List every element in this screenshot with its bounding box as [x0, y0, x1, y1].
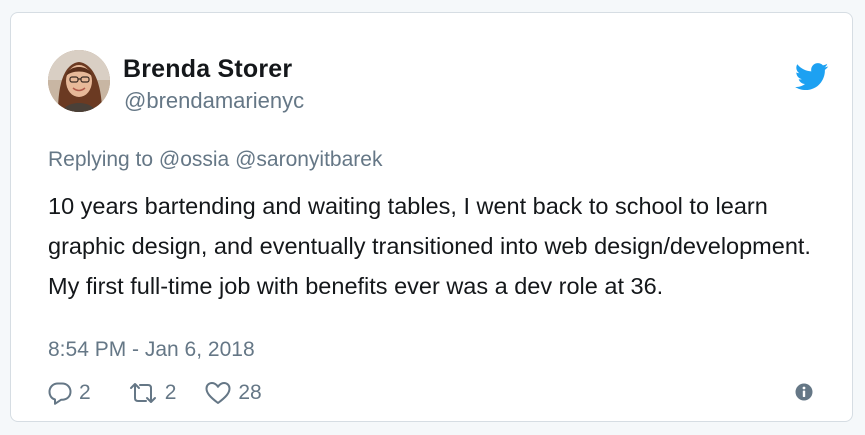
reply-count: 2 [79, 381, 91, 404]
avatar-photo [48, 50, 110, 112]
like-button[interactable]: 28 [204, 380, 262, 406]
reply-icon [48, 382, 72, 405]
retweet-button[interactable]: 2 [127, 380, 177, 406]
reply-button[interactable]: 2 [47, 380, 91, 406]
retweet-count: 2 [164, 381, 177, 404]
author-handle[interactable]: @brendamarienyc [124, 88, 304, 114]
heart-icon [205, 382, 231, 404]
avatar[interactable] [48, 50, 110, 112]
retweet-icon [129, 383, 156, 403]
info-icon[interactable] [795, 383, 813, 401]
tweet-text: 10 years bartending and waiting tables, … [48, 193, 811, 299]
twitter-bird-icon[interactable] [795, 63, 829, 91]
tweet-card: Brenda Storer @brendamarienyc Replying t… [10, 12, 853, 422]
author-name[interactable]: Brenda Storer [123, 55, 292, 84]
tweet-actions: 2 2 28 [47, 378, 284, 408]
replying-to[interactable]: Replying to @ossia @saronyitbarek [48, 148, 382, 172]
like-count: 28 [238, 381, 262, 404]
tweet-timestamp[interactable]: 8:54 PM - Jan 6, 2018 [48, 338, 255, 362]
